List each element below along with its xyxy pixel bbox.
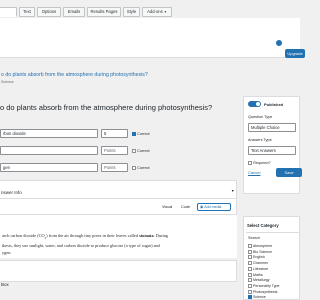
visual-tab[interactable]: Visual	[162, 205, 172, 209]
tab-text[interactable]: Text	[19, 7, 35, 17]
required-label: Required?	[253, 161, 271, 165]
category-items: Atmosphere Bio Science English Grammer L…	[248, 244, 280, 300]
category-label: English	[253, 255, 265, 260]
checkbox-icon	[248, 266, 252, 271]
answer-input-3[interactable]: gen	[0, 163, 98, 172]
tab-options[interactable]: Options	[37, 7, 61, 17]
question-title[interactable]: o do plants absorb from the atmosphere d…	[0, 103, 212, 112]
correct-label: Correct	[137, 149, 150, 153]
published-toggle[interactable]	[248, 101, 261, 107]
text-segment: . During	[153, 233, 168, 238]
points-input-3[interactable]: Points	[101, 163, 128, 172]
answer-input-1[interactable]: rbon dioxide	[0, 129, 98, 138]
save-question-button[interactable]: Save Question	[276, 168, 302, 184]
toggle-knob	[256, 102, 260, 106]
tab-add-ons-label: Add-ons	[147, 9, 163, 14]
checkbox-checked-icon	[248, 295, 252, 300]
answer-info-line-2: thesis, they use sunlight, water, and ca…	[2, 242, 160, 248]
tab-bar: Text Options Emails Results Pages Style …	[0, 7, 300, 17]
checkbox-checked-icon	[132, 131, 136, 136]
checkbox-icon	[248, 249, 252, 254]
category-label: Maths	[253, 272, 263, 277]
checkbox-icon	[132, 165, 136, 170]
answers-type-select[interactable]: Text Answers	[248, 146, 296, 155]
help-icon[interactable]	[276, 40, 282, 46]
add-media-label: Add media	[204, 205, 222, 209]
required-checkbox[interactable]: Required?	[248, 161, 271, 165]
answer-info-line-1: arch carbon dioxide (CO2) from the air t…	[2, 232, 236, 242]
answer-info-label[interactable]: nswer Info	[1, 190, 22, 195]
checkbox-icon	[248, 161, 252, 165]
media-icon: ▣	[200, 205, 204, 209]
divider	[0, 198, 237, 199]
category-list: Atmosphere Bio Science English Grammer L…	[248, 244, 300, 300]
page-header	[0, 18, 300, 58]
checkbox-icon	[248, 255, 252, 260]
category-label: Atmosphere	[252, 244, 273, 248]
breadcrumb-sub: Science	[1, 80, 14, 84]
add-media-button[interactable]: ▣ Add media	[197, 203, 231, 211]
bottom-box-label[interactable]: Box	[1, 282, 9, 287]
correct-checkbox-2[interactable]: Correct	[132, 148, 150, 153]
question-type-select[interactable]: Multiple Choice	[248, 123, 296, 132]
category-label: Grammer	[253, 261, 269, 266]
text-segment: ) from the air through tiny pores in the…	[46, 233, 140, 238]
points-input-1[interactable]: 5	[101, 129, 128, 138]
answer-input-2[interactable]	[0, 146, 98, 155]
checkbox-icon	[248, 278, 252, 283]
divider	[246, 232, 300, 233]
checkbox-icon	[248, 283, 252, 288]
correct-label: Correct	[137, 132, 150, 136]
category-label: Science	[253, 295, 266, 300]
tab-style[interactable]: Style	[123, 7, 140, 17]
tab-questions[interactable]	[0, 7, 17, 17]
published-label: Published	[264, 102, 284, 107]
breadcrumb[interactable]: o do plants absorb from the atmosphere d…	[1, 72, 148, 78]
answer-info-text: arch carbon dioxide (CO2) from the air t…	[2, 232, 236, 256]
cancel-link[interactable]: Cancel	[248, 170, 260, 175]
tab-emails[interactable]: Emails	[63, 7, 85, 17]
tab-results-pages[interactable]: Results Pages	[87, 7, 121, 17]
category-label: Photosynthesis	[253, 289, 278, 294]
category-search-label: Search	[248, 236, 261, 240]
checkbox-icon	[132, 148, 136, 153]
tab-add-ons[interactable]: Add-ons ▼	[142, 7, 172, 17]
category-label: Bio Science	[253, 249, 272, 254]
category-label: Metallurgy	[253, 278, 270, 283]
category-label: Personality Type	[253, 283, 280, 288]
bottom-box	[0, 260, 237, 282]
category-label: Literature	[253, 266, 269, 271]
correct-label: Correct	[137, 166, 150, 170]
bold-text: stomata	[139, 233, 154, 238]
points-input-2[interactable]: Points	[101, 146, 128, 155]
correct-checkbox-1[interactable]: Correct	[132, 131, 150, 136]
answer-info-line-3: ygen.	[2, 249, 12, 255]
code-tab[interactable]: Code	[181, 205, 190, 209]
checkbox-icon	[248, 261, 252, 266]
checkbox-icon	[248, 272, 252, 277]
question-type-label: Question Type	[248, 115, 273, 119]
chevron-down-icon[interactable]: ▼	[231, 189, 234, 193]
category-title: Select Category	[247, 223, 279, 228]
chevron-down-icon: ▼	[163, 10, 167, 14]
checkbox-icon	[248, 289, 252, 294]
checkbox-icon	[248, 244, 252, 249]
answers-type-label: Answers Type	[248, 138, 272, 142]
category-item-science[interactable]: Science	[248, 295, 280, 300]
text-segment: arch carbon dioxide (CO	[2, 233, 45, 238]
correct-checkbox-3[interactable]: Correct	[132, 165, 150, 170]
upgrade-button[interactable]: Upgrade	[285, 49, 305, 58]
